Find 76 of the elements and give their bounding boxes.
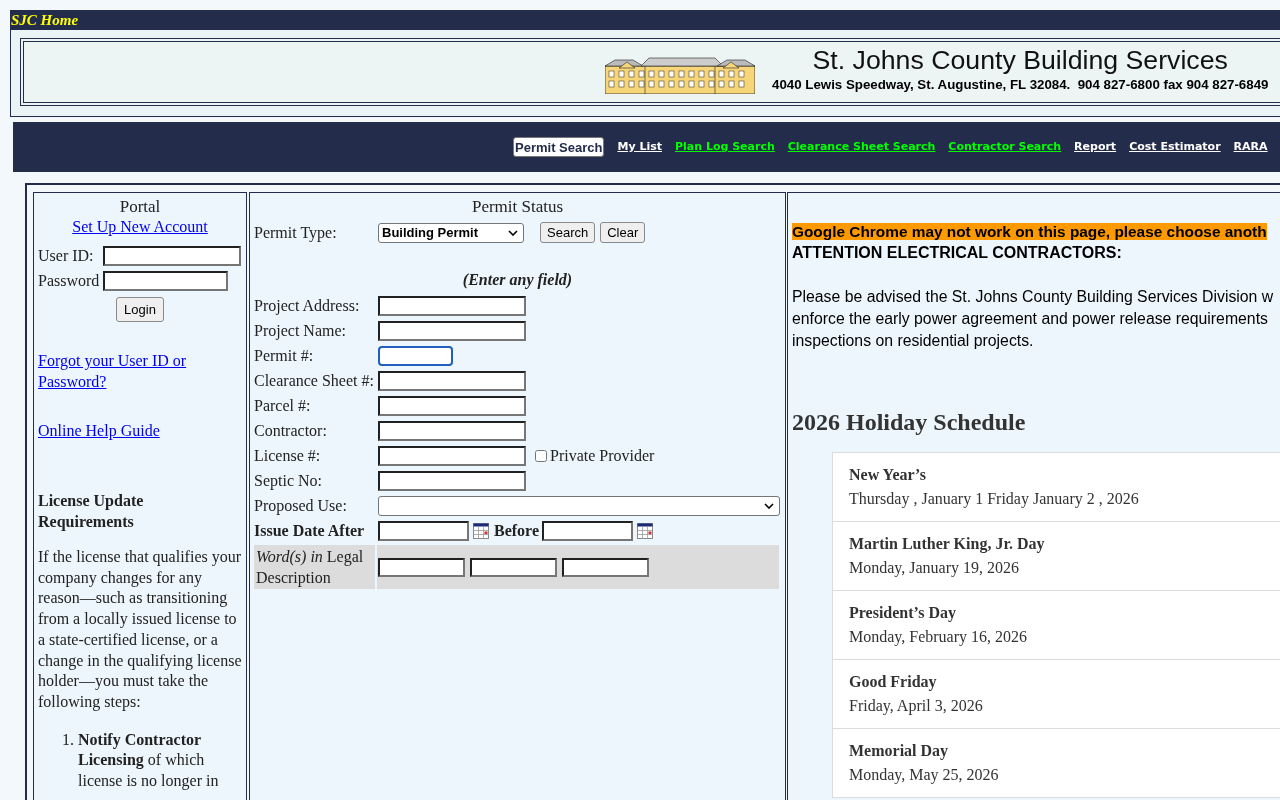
input-field[interactable] [378,320,526,341]
date-before-label: Before [494,521,539,540]
calendar-icon[interactable] [473,522,489,539]
field-label: License #: [254,446,322,465]
step-number: 1. [61,729,75,750]
nav-link[interactable]: Permit Search [513,137,605,157]
user-id-field[interactable] [103,245,241,266]
browser-warning: Google Chrome may not work on this page, please choose anoth [792,223,1267,240]
calendar-icon[interactable] [637,522,653,539]
chevron-icon [764,502,774,509]
input-field[interactable] [562,557,649,577]
holiday-date: Monday, May 25, 2026 [849,765,1000,786]
input-field[interactable] [378,470,526,491]
input-field[interactable] [378,420,526,441]
input-field[interactable] [378,445,526,466]
permit-type-label: Permit Type: [254,223,338,242]
nav-link[interactable]: Cost Estimator [1129,140,1221,154]
user-id-label: User ID: [38,246,95,265]
notice-paragraph: Please be advised the St. Johns County Building Services Division w enforce the early power agreement and power release requirements inspections on residential projects. [792,287,1275,351]
site-title: St. Johns County Building Services [812,46,1228,74]
holiday-date: Monday, January 19, 2026 [849,558,1021,579]
license-heading: License Update Requirements [38,491,145,532]
date-field[interactable] [378,520,469,541]
holiday-date: Monday, February 16, 2026 [849,627,1029,648]
dropdown-field[interactable] [378,495,780,516]
checkbox[interactable] [535,449,547,462]
password-field[interactable] [103,270,228,291]
help-guide-link[interactable]: Online Help Guide [38,422,160,439]
holiday-name: President’s Day [849,603,958,624]
chevron-icon [508,229,518,236]
home-link[interactable]: SJC Home [10,11,79,29]
notice-heading: ATTENTION ELECTRICAL CONTRACTORS: [792,243,1123,263]
portal-title: Portal [118,197,162,217]
input-field[interactable] [378,370,526,391]
holiday-name: Martin Luther King, Jr. Day [849,534,1046,555]
search-button[interactable]: Search [540,222,596,243]
field-label: Proposed Use: [254,496,348,515]
holiday-name: Good Friday [849,672,938,693]
legal-description-label: Word(s) in Legal Description [254,545,375,589]
input-field[interactable] [378,395,526,416]
nav-link[interactable]: RARA [1233,140,1268,154]
field-label: Project Name: [254,321,347,340]
field-label: Clearance Sheet #: [254,371,375,390]
holiday-schedule-title: 2026 Holiday Schedule [792,408,1027,436]
form-hint: (Enter any field) [461,270,574,290]
permit-status-title: Permit Status [470,197,565,217]
nav-link[interactable]: Report [1074,140,1117,154]
field-label: Parcel #: [254,396,312,415]
holiday-name: Memorial Day [849,741,950,762]
site-address: 4040 Lewis Speedway, St. Augustine, FL 32084. 904 827-6800 fax 904 827-6849 [772,77,1269,93]
forgot-password-link[interactable]: Forgot your User ID or Password? [38,350,242,392]
field-label: Septic No: [254,471,323,490]
holiday-name: New Year’s [849,465,927,485]
nav-link[interactable]: Clearance Sheet Search [787,140,936,154]
input-field[interactable] [470,557,557,577]
license-paragraph: If the license that qualifies your company changes for any reason—such as transitioning from a locally issued license to a state-certified license, or a change in the qualifying license holder—you must take the following steps: [38,547,242,713]
field-label: Contractor: [254,421,328,440]
holiday-date: Thursday , January 1 Friday January 2 , 2026 [849,489,1140,510]
login-button[interactable]: Login [116,297,164,322]
signup-link[interactable]: Set Up New Account [72,217,208,237]
input-field[interactable] [378,557,465,577]
clear-button[interactable]: Clear [600,222,646,243]
input-field[interactable] [378,295,526,316]
nav-link[interactable]: My List [617,140,662,154]
password-label: Password [38,271,101,290]
holiday-date: Friday, April 3, 2026 [849,696,984,717]
field-label: Project Address: [254,296,361,315]
nav-link[interactable]: Plan Log Search [675,140,775,154]
checkbox-label: Private Provider [550,446,655,465]
permit-type-select[interactable]: Building Permit [378,222,524,243]
field-label: Permit #: [254,346,315,365]
date-after-label: Issue Date After [254,521,366,540]
step-text: Notify Contractor Licensing of which license is no longer in [78,729,220,792]
date-field[interactable] [542,520,633,541]
input-field[interactable] [378,345,453,366]
nav-link[interactable]: Contractor Search [948,140,1062,154]
